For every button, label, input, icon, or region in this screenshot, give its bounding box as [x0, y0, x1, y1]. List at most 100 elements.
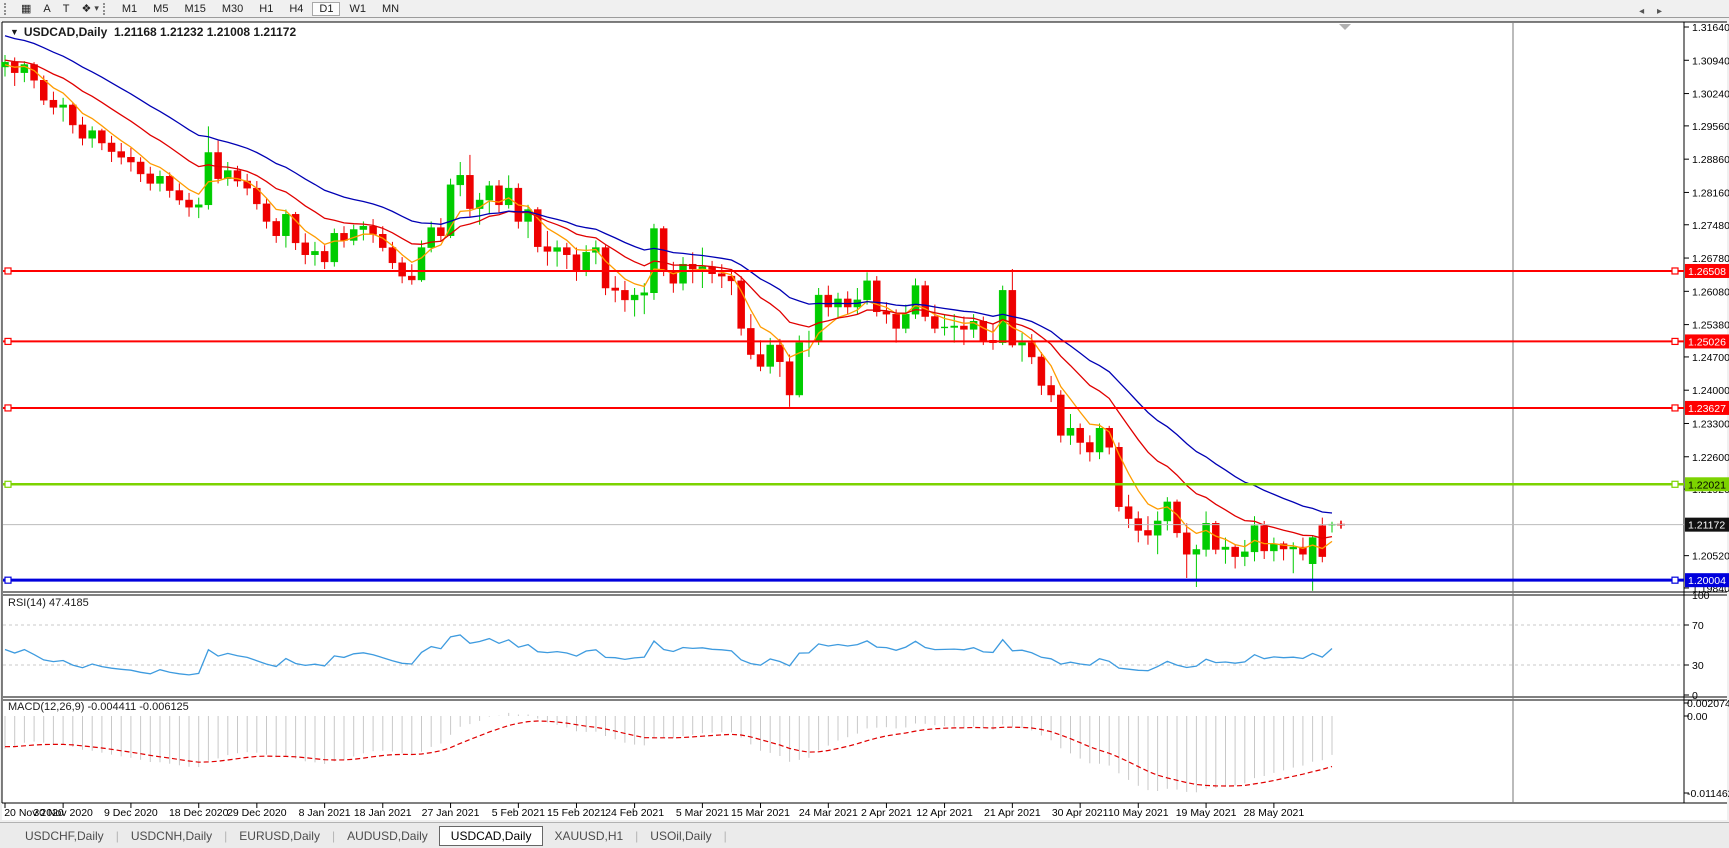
hline-handle[interactable] [1671, 267, 1679, 275]
axis-label: 1.26508 [1688, 266, 1726, 278]
candle [1144, 530, 1152, 536]
hline-handle[interactable] [1671, 480, 1679, 488]
candle [98, 130, 106, 144]
toolbar-grip[interactable] [4, 2, 9, 15]
candle [136, 161, 145, 175]
candle [1027, 342, 1036, 358]
timeframe-M5-button[interactable]: M5 [146, 2, 175, 16]
axis-label: 27 Jan 2021 [422, 807, 480, 819]
candle [1066, 427, 1075, 436]
axis-label: 9 Dec 2020 [104, 807, 158, 819]
axis-label: 1.28160 [1692, 187, 1729, 199]
candle [39, 79, 48, 101]
symbol-tab-USDCNH[interactable]: USDCNH,Daily [120, 826, 223, 846]
hline-handle[interactable] [1671, 576, 1679, 584]
axis-label: 21 Apr 2021 [984, 807, 1041, 819]
axis-label: 1.30940 [1692, 55, 1729, 67]
candle [117, 151, 125, 158]
shapes-dropdown-icon[interactable]: ▾ [94, 3, 99, 14]
axis-label: 24 Mar 2021 [799, 807, 858, 819]
axis-label: 2 Apr 2021 [861, 807, 912, 819]
candle [824, 294, 833, 308]
candle [1182, 532, 1191, 555]
axis-label: 5 Mar 2021 [676, 807, 729, 819]
axis-label: 1.20004 [1688, 575, 1726, 587]
chart-canvas[interactable]: 1.31640 1.30940 1.30240 1.29560 1.28860 1.281… [0, 0, 1729, 848]
axis-label: 30 Apr 2021 [1052, 807, 1109, 819]
timeframe-H4-button[interactable]: H4 [282, 2, 310, 16]
axis-label: 1.29560 [1692, 121, 1729, 133]
candle [1289, 546, 1298, 550]
timeframe-D1-button[interactable]: D1 [312, 1, 341, 16]
tab-scroll-left-icon[interactable]: ◂ [1639, 6, 1644, 17]
candle [1124, 506, 1133, 519]
symbol-tab-USDCHF[interactable]: USDCHF,Daily [14, 826, 115, 846]
hline-handle[interactable] [4, 267, 12, 275]
symbol-tab-USDCAD[interactable]: USDCAD,Daily [438, 825, 544, 846]
symbol-tab-EURUSD[interactable]: EURUSD,Daily [228, 826, 331, 846]
hline-handle[interactable] [1671, 404, 1679, 412]
candle [1192, 549, 1201, 555]
candle [998, 290, 1007, 343]
candle [1076, 427, 1084, 443]
axis-label: 5 Feb 2021 [492, 807, 545, 819]
candle [466, 175, 474, 209]
candle [175, 190, 184, 201]
candle [1018, 342, 1026, 346]
text-box-icon[interactable]: T [58, 2, 75, 16]
timeframe-M15-button[interactable]: M15 [177, 2, 212, 16]
candle [359, 225, 368, 230]
axis-label: 29 Dec 2020 [227, 807, 287, 819]
timeframe-MN-button[interactable]: MN [375, 2, 406, 16]
top-toolbar: ▦ A T ❖ ▾ M1 M5 M15 M30 H1 H4 D1 W1 MN [0, 0, 1729, 18]
axis-label: 30 Nov 2020 [33, 807, 93, 819]
hline-handle[interactable] [1671, 337, 1679, 346]
candle [1202, 523, 1210, 550]
candle [398, 262, 406, 277]
symbol-tab-XAUUSD[interactable]: XAUUSD,H1 [543, 826, 634, 846]
candle [485, 185, 494, 201]
candle [1250, 525, 1259, 553]
candle [814, 294, 823, 342]
candle [1241, 551, 1249, 557]
axis-label: 10 May 2021 [1108, 807, 1169, 819]
tab-scroll-right-icon[interactable]: ▸ [1657, 6, 1662, 17]
price-badge-1.20004: 1.20004 [1685, 573, 1729, 588]
hline-handle[interactable] [4, 576, 12, 584]
toolbar-grip-2[interactable] [102, 2, 108, 15]
candle [563, 247, 571, 255]
candle [572, 254, 581, 272]
timeframe-H1-button[interactable]: H1 [252, 2, 280, 16]
snap-grid-icon[interactable]: ▦ [16, 2, 36, 16]
candle [1163, 501, 1172, 522]
symbol-tab-AUDUSD[interactable]: AUDUSD,Daily [336, 826, 439, 846]
axis-label: 1.24000 [1692, 385, 1729, 397]
timeframe-W1-button[interactable]: W1 [342, 2, 373, 16]
candle [1095, 427, 1104, 453]
symbol-tab-USOil[interactable]: USOil,Daily [639, 826, 722, 846]
hline-handle[interactable] [4, 480, 12, 488]
axis-label: 24 Feb 2021 [605, 807, 664, 819]
hline-handle[interactable] [4, 404, 12, 412]
candle [601, 247, 610, 289]
symbol-tab-bar: USDCHF,Daily | USDCNH,Daily | EURUSD,Daily | A… [0, 822, 1729, 848]
candle [785, 361, 794, 396]
axis-label: 1.31640 [1692, 22, 1729, 34]
axis-label: 1.26080 [1692, 286, 1729, 298]
tab-divider: | [224, 828, 228, 843]
candle [194, 204, 203, 208]
candle [1221, 546, 1230, 550]
axis-label: 1.23300 [1692, 418, 1729, 430]
text-label-icon[interactable]: A [38, 2, 55, 16]
candle [311, 251, 319, 255]
axis-label: 19 May 2021 [1176, 807, 1237, 819]
chart-menu-arrow-icon[interactable]: ▼ [10, 27, 19, 37]
axis-label: 1.25026 [1688, 336, 1726, 348]
candle [146, 173, 155, 184]
candle [272, 221, 280, 236]
timeframe-M1-button[interactable]: M1 [115, 2, 144, 16]
timeframe-group: M1 M5 M15 M30 H1 H4 D1 W1 MN [114, 1, 407, 16]
axis-label: 1.28860 [1692, 154, 1729, 166]
hline-handle[interactable] [4, 337, 12, 346]
timeframe-M30-button[interactable]: M30 [215, 2, 250, 16]
